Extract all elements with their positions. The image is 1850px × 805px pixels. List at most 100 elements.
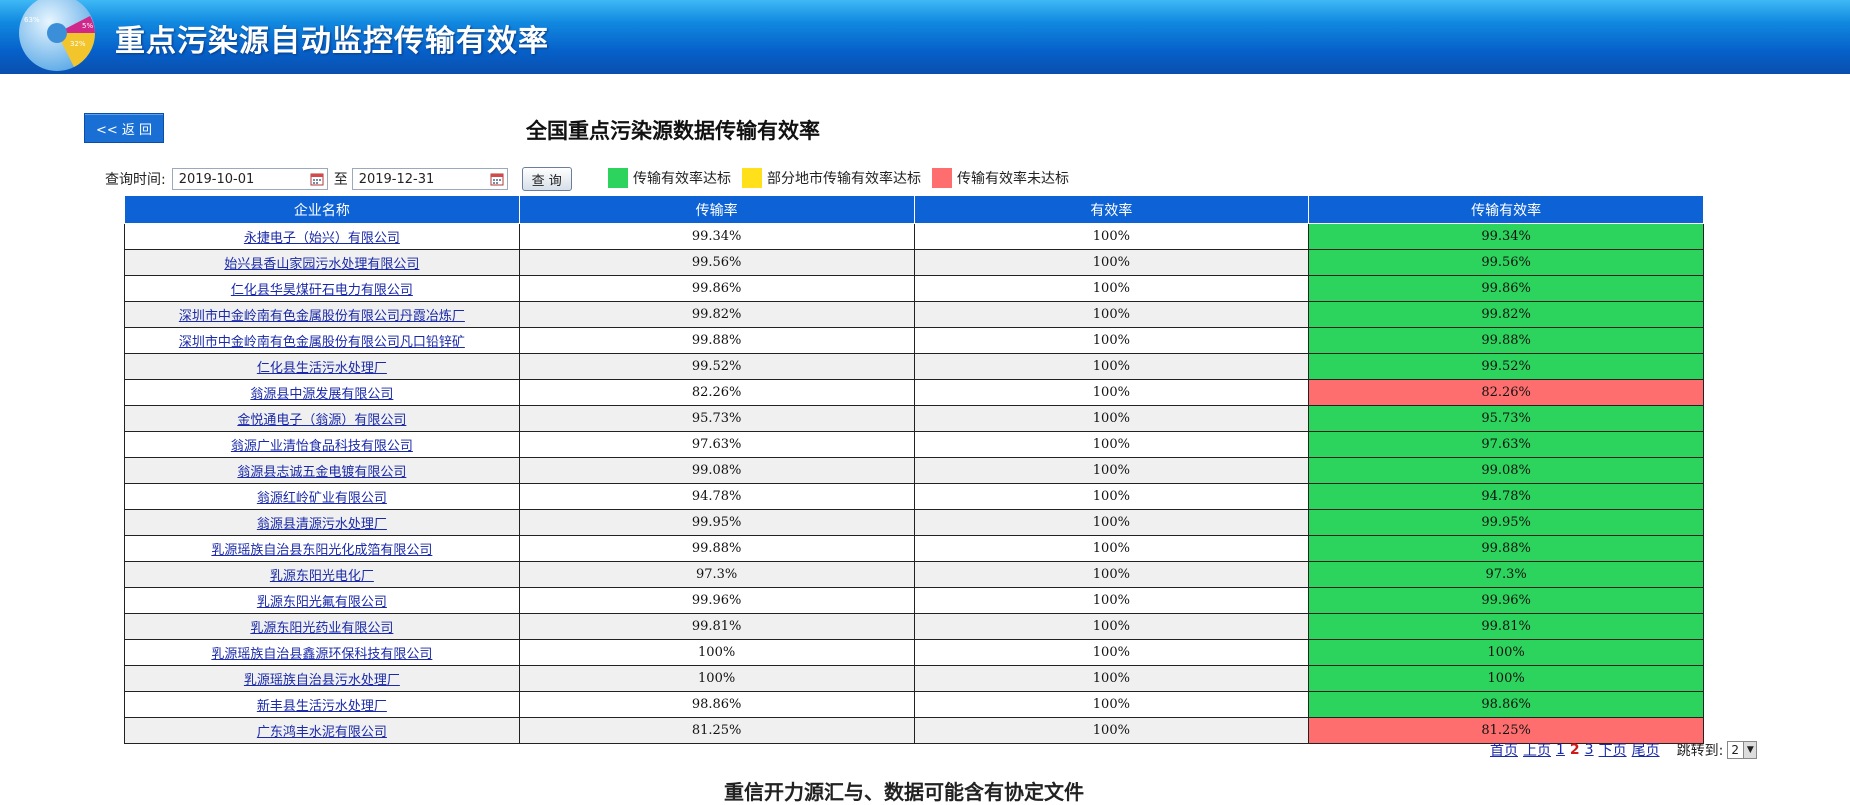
efficiency-rate-cell: 99.52% <box>1308 353 1704 380</box>
date-range-separator: 至 <box>333 172 348 188</box>
company-link[interactable]: 乳源瑶族自治县污水处理厂 <box>244 673 400 688</box>
start-date-input[interactable]: 2019-10-01 <box>171 168 328 190</box>
efficiency-rate-cell: 99.96% <box>1308 587 1704 614</box>
transmission-rate-cell: 99.81% <box>518 613 915 640</box>
logo-label-63: 63% <box>24 16 40 24</box>
efficiency-rate-cell: 99.82% <box>1308 301 1704 328</box>
transmission-rate-cell: 100% <box>518 665 915 692</box>
company-name-cell: 翁源县中源发展有限公司 <box>124 379 520 406</box>
validity-rate-cell: 100% <box>913 639 1310 666</box>
legend-label: 部分地市传输有效率达标 <box>767 171 921 187</box>
transmission-rate-cell: 99.86% <box>518 275 915 302</box>
legend-label: 传输有效率达标 <box>633 171 731 187</box>
company-link[interactable]: 金悦通电子（翁源）有限公司 <box>237 413 406 428</box>
validity-rate-cell: 100% <box>913 301 1310 328</box>
logo-label-5: 5% <box>82 22 93 30</box>
query-time-label: 查询时间: <box>105 172 166 188</box>
end-date-input[interactable]: 2019-12-31 <box>351 168 508 190</box>
efficiency-rate-cell: 99.81% <box>1308 613 1704 640</box>
app-title: 重点污染源自动监控传输有效率 <box>115 24 549 59</box>
column-header-validity: 有效率 <box>913 195 1310 224</box>
table-row: 翁源县清源污水处理厂 99.95% 100% 99.95% <box>124 509 1704 536</box>
efficiency-rate-cell: 99.86% <box>1308 275 1704 302</box>
validity-rate-cell: 100% <box>913 665 1310 692</box>
company-link[interactable]: 翁源县志诚五金电镀有限公司 <box>237 465 406 480</box>
header-banner: 63% 5% 32% 重点污染源自动监控传输有效率 <box>0 0 1850 74</box>
page-link-3[interactable]: 3 <box>1585 742 1594 758</box>
table-row: 仁化县华昊煤矸石电力有限公司 99.86% 100% 99.86% <box>124 275 1704 302</box>
transmission-rate-cell: 82.26% <box>518 379 915 406</box>
back-button[interactable]: << 返 回 <box>84 113 164 143</box>
last-page-link[interactable]: 尾页 <box>1632 740 1660 760</box>
transmission-rate-cell: 99.08% <box>518 457 915 484</box>
table-row: 始兴县香山家园污水处理有限公司 99.56% 100% 99.56% <box>124 249 1704 276</box>
query-button[interactable]: 查 询 <box>521 167 572 191</box>
table-row: 乳源瑶族自治县污水处理厂 100% 100% 100% <box>124 665 1704 692</box>
transmission-rate-cell: 97.3% <box>518 561 915 588</box>
column-header-transmission: 传输率 <box>518 195 915 224</box>
company-link[interactable]: 翁源县清源污水处理厂 <box>257 517 387 532</box>
efficiency-table: 企业名称 传输率 有效率 传输有效率 永捷电子（始兴）有限公司 99.34% 100… <box>124 195 1704 744</box>
efficiency-rate-cell: 95.73% <box>1308 405 1704 432</box>
company-link[interactable]: 翁源县中源发展有限公司 <box>250 387 393 402</box>
jump-page-select[interactable]: 2 ▼ <box>1727 741 1758 759</box>
company-name-cell: 始兴县香山家园污水处理有限公司 <box>124 249 520 276</box>
transmission-rate-cell: 97.63% <box>518 431 915 458</box>
page-link-1[interactable]: 1 <box>1556 742 1565 758</box>
company-link[interactable]: 乳源东阳光药业有限公司 <box>250 621 393 636</box>
company-link[interactable]: 翁源红岭矿业有限公司 <box>257 491 387 506</box>
table-row: 深圳市中金岭南有色金属股份有限公司凡口铅锌矿 99.88% 100% 99.88% <box>124 327 1704 354</box>
table-header-row: 企业名称 传输率 有效率 传输有效率 <box>124 195 1704 224</box>
validity-rate-cell: 100% <box>913 717 1310 744</box>
calendar-icon[interactable] <box>310 172 324 186</box>
efficiency-rate-cell: 99.34% <box>1308 223 1704 250</box>
query-bar: 查询时间: 2019-10-01 至 2019-12-31 查 询 <box>105 166 572 192</box>
first-page-link[interactable]: 首页 <box>1490 740 1518 760</box>
company-link[interactable]: 乳源瑶族自治县东阳光化成箔有限公司 <box>211 543 432 558</box>
validity-rate-cell: 100% <box>913 275 1310 302</box>
table-row: 仁化县生活污水处理厂 99.52% 100% 99.52% <box>124 353 1704 380</box>
company-link[interactable]: 深圳市中金岭南有色金属股份有限公司凡口铅锌矿 <box>179 335 465 350</box>
chevron-down-icon[interactable]: ▼ <box>1743 742 1757 758</box>
company-link[interactable]: 深圳市中金岭南有色金属股份有限公司丹霞冶炼厂 <box>179 309 465 324</box>
efficiency-rate-cell: 99.88% <box>1308 535 1704 562</box>
validity-rate-cell: 100% <box>913 535 1310 562</box>
company-link[interactable]: 翁源广业清怡食品科技有限公司 <box>231 439 413 454</box>
company-name-cell: 深圳市中金岭南有色金属股份有限公司凡口铅锌矿 <box>124 327 520 354</box>
company-link[interactable]: 仁化县华昊煤矸石电力有限公司 <box>231 283 413 298</box>
efficiency-rate-cell: 99.95% <box>1308 509 1704 536</box>
legend-label: 传输有效率未达标 <box>957 171 1069 187</box>
calendar-icon[interactable] <box>490 172 504 186</box>
transmission-rate-cell: 100% <box>518 639 915 666</box>
validity-rate-cell: 100% <box>913 249 1310 276</box>
table-row: 翁源县志诚五金电镀有限公司 99.08% 100% 99.08% <box>124 457 1704 484</box>
efficiency-rate-cell: 99.88% <box>1308 327 1704 354</box>
company-name-cell: 仁化县生活污水处理厂 <box>124 353 520 380</box>
company-link[interactable]: 乳源东阳光氟有限公司 <box>257 595 387 610</box>
company-link[interactable]: 广东鸿丰水泥有限公司 <box>257 725 387 740</box>
start-date-value: 2019-10-01 <box>178 171 255 187</box>
validity-rate-cell: 100% <box>913 379 1310 406</box>
next-page-link[interactable]: 下页 <box>1599 740 1627 760</box>
efficiency-rate-cell: 97.3% <box>1308 561 1704 588</box>
company-link[interactable]: 永捷电子（始兴）有限公司 <box>244 231 400 246</box>
prev-page-link[interactable]: 上页 <box>1523 740 1551 760</box>
company-link[interactable]: 新丰县生活污水处理厂 <box>257 699 387 714</box>
table-row: 永捷电子（始兴）有限公司 99.34% 100% 99.34% <box>124 223 1704 250</box>
company-name-cell: 乳源东阳光氟有限公司 <box>124 587 520 614</box>
current-page: 2 <box>1569 742 1580 758</box>
efficiency-rate-cell: 82.26% <box>1308 379 1704 406</box>
company-name-cell: 广东鸿丰水泥有限公司 <box>124 717 520 744</box>
legend-swatch-yellow <box>742 168 762 188</box>
validity-rate-cell: 100% <box>913 691 1310 718</box>
legend-item-partial: 部分地市传输有效率达标 <box>742 168 921 188</box>
company-link[interactable]: 乳源瑶族自治县鑫源环保科技有限公司 <box>211 647 432 662</box>
company-link[interactable]: 始兴县香山家园污水处理有限公司 <box>224 257 419 272</box>
validity-rate-cell: 100% <box>913 457 1310 484</box>
end-date-value: 2019-12-31 <box>358 171 435 187</box>
company-link[interactable]: 仁化县生活污水处理厂 <box>257 361 387 376</box>
jump-page-value: 2 <box>1731 743 1739 757</box>
validity-rate-cell: 100% <box>913 327 1310 354</box>
company-name-cell: 翁源广业清怡食品科技有限公司 <box>124 431 520 458</box>
company-link[interactable]: 乳源东阳光电化厂 <box>270 569 374 584</box>
